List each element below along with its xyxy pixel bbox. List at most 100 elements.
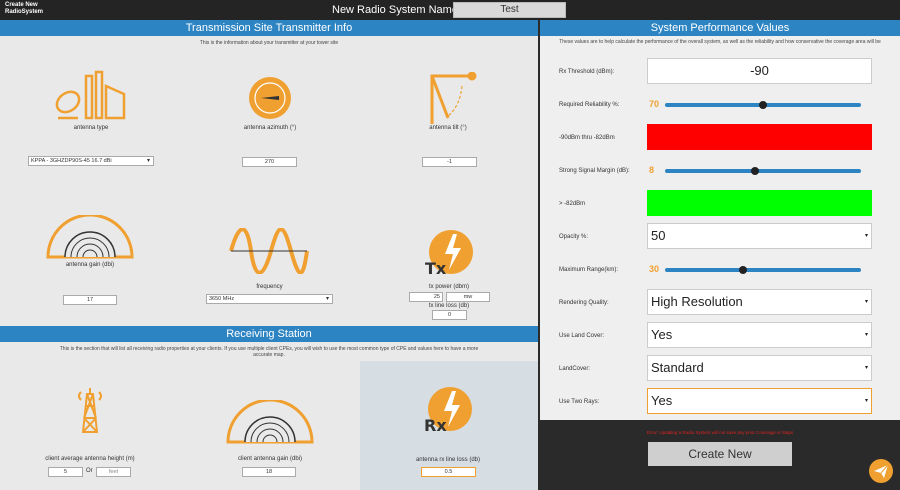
two-rays-select[interactable]: Yes ▾ [647,388,872,414]
opacity-select[interactable]: 50 ▾ [647,223,872,249]
create-new-button[interactable]: Create New [648,442,792,466]
brand-logo[interactable]: Create New RadioSystem [5,2,43,16]
tx-power-label: tx power (dbm) [428,284,469,290]
tx-icon: Tx [425,230,473,278]
max-range-slider[interactable] [665,266,861,274]
azimuth-input[interactable]: 270 [242,157,297,167]
sine-wave-icon [229,228,309,274]
antenna-type-select[interactable]: KPPA - 3GHZDP90S-45 16.7 dBi ▾ [28,156,154,166]
client-height-input[interactable]: 5 [48,467,83,477]
chevron-down-icon: ▾ [325,296,329,302]
compass-icon [249,77,291,119]
reliability-label: Required Reliability %: [559,102,620,108]
tx-loss-tile: tx line loss (db) [407,302,491,310]
opacity-label: Opacity %: [559,234,589,240]
gain-pattern-icon [46,215,134,259]
transmitter-section-title: Transmission Site Transmitter Info [0,20,538,36]
two-rays-label: Use Two Rays: [559,399,600,405]
tilt-input[interactable]: -1 [422,157,477,167]
max-range-value: 30 [649,264,660,274]
frequency-select[interactable]: 3650 MHz ▾ [206,294,333,304]
client-gain-tile: client antenna gain (dbi) [225,400,315,462]
rx-icon: Rx [424,387,472,435]
tx-power-tile: Tx tx power (dbm) [407,228,491,290]
tilt-label: antenna tilt (°) [429,125,467,131]
reliability-value: 70 [649,99,660,109]
antenna-type-label: antenna type [73,125,109,131]
antenna-gain-tile: antenna gain (dbi) [45,215,135,273]
left-panel: Transmission Site Transmitter Info This … [0,20,538,490]
performance-section-title: System Performance Values [540,20,900,36]
tx-power-input[interactable]: 25 [409,292,443,302]
paper-plane-glyph [874,464,889,478]
reliability-slider-handle[interactable] [759,101,767,109]
tilt-icon [430,72,477,124]
frequency-value: 3650 MHz [209,296,235,302]
reliability-slider[interactable] [665,101,861,109]
rx-loss-tile: Rx antenna rx line loss (db) [398,385,498,463]
rx-loss-label: antenna rx line loss (db) [415,457,481,463]
right-panel: System Performance Values These values a… [540,20,900,420]
strong-margin-value: 8 [649,165,655,175]
receiving-section-title: Receiving Station [0,326,538,342]
range1-color-swatch[interactable] [647,124,872,150]
max-range-label: Maximum Range(km): [559,267,619,273]
antenna-type-tile: antenna type [28,70,154,152]
quality-value: High Resolution [651,294,743,309]
frequency-tile: frequency [206,228,333,293]
two-rays-value: Yes [651,393,673,408]
azimuth-tile: antenna azimuth (°) [228,75,312,150]
landcover-type-value: Standard [651,360,704,375]
rx-loss-input[interactable]: 0.5 [421,467,476,477]
azimuth-label: antenna azimuth (°) [243,125,297,131]
top-bar: Create New RadioSystem New Radio System … [0,0,900,20]
antenna-type-icon [55,70,126,120]
gain-pattern-icon [226,400,314,444]
range2-color-swatch[interactable] [647,190,872,216]
strong-margin-slider[interactable] [665,167,861,175]
system-name-label: New Radio System Name: [332,4,461,16]
receiving-desc-line2: accurate map. [253,352,285,358]
range1-label: -90dBm thru -82dBm [559,135,615,141]
chevron-down-icon: ▾ [864,365,868,371]
tx-power-mw-input[interactable]: mw [446,292,490,302]
strong-margin-slider-handle[interactable] [751,167,760,175]
landcover-type-label: LandCover: [559,366,591,372]
client-height-label: client average antenna height (m) [45,456,135,462]
paper-plane-icon[interactable] [869,459,893,483]
tower-icon [78,388,102,433]
transmitter-section-desc: This is the information about your trans… [199,40,339,46]
svg-text:Rx: Rx [424,416,447,435]
antenna-gain-label: antenna gain (dbi) [65,262,115,268]
client-height-or: Or [86,468,93,474]
frequency-label: frequency [256,284,283,290]
opacity-value: 50 [651,228,666,243]
client-gain-label: client antenna gain (dbi) [237,456,303,462]
rx-threshold-label: Rx Threshold (dBm): [559,69,615,75]
range2-label: > -82dBm [559,201,586,207]
client-height-feet-input[interactable]: feet [96,467,131,477]
landcover-type-select[interactable]: Standard ▾ [647,355,872,381]
client-gain-input[interactable]: 18 [242,467,296,477]
rx-threshold-input[interactable]: -90 [647,58,872,84]
antenna-gain-input[interactable]: 17 [63,295,117,305]
chevron-down-icon: ▾ [864,299,868,305]
footer: Error: Updating a Radio System will not … [540,420,900,490]
land-cover-select[interactable]: Yes ▾ [647,322,872,348]
chevron-down-icon: ▾ [864,398,868,404]
svg-text:Tx: Tx [425,259,447,278]
quality-select[interactable]: High Resolution ▾ [647,289,872,315]
chevron-down-icon: ▾ [864,332,868,338]
performance-section-desc: These values are to help calculate the p… [559,39,881,45]
quality-label: Rendering Quality: [559,300,609,306]
land-cover-label: Use Land Cover: [559,333,605,339]
brand-line2: RadioSystem [5,9,44,15]
strong-margin-label: Strong Signal Margin (dB): [559,168,630,174]
tx-loss-label: tx line loss (db) [428,303,470,309]
system-name-input[interactable]: Test [453,2,566,18]
tx-loss-input[interactable]: 0 [432,310,467,320]
client-height-tile: client average antenna height (m) [40,386,140,462]
land-cover-value: Yes [651,327,673,342]
error-message: Error: Updating a Radio System will not … [646,430,794,435]
max-range-slider-handle[interactable] [739,266,748,274]
